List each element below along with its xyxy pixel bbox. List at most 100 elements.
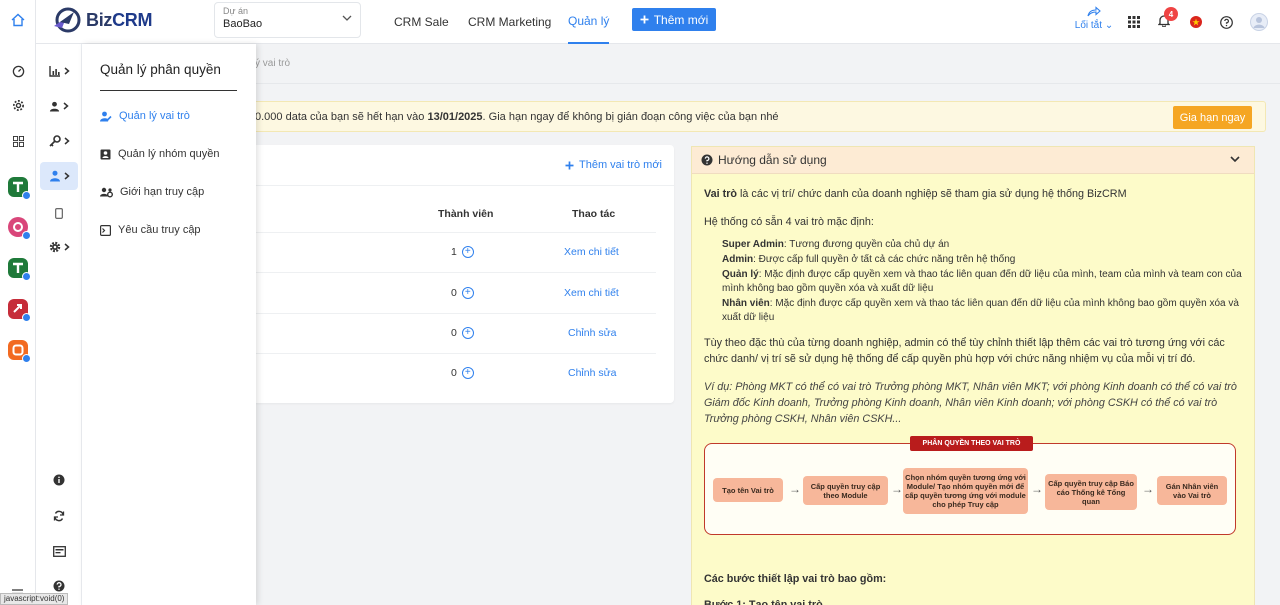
app-orange-icon[interactable] bbox=[0, 338, 36, 363]
key-icon[interactable] bbox=[40, 127, 78, 155]
flow-step-1: Tạo tên Vai trò bbox=[713, 478, 783, 502]
menu-item-access-request[interactable]: Yêu cầu truy cập bbox=[100, 224, 201, 236]
nav-quan-ly[interactable]: Quản lý bbox=[568, 0, 610, 44]
shortcut-menu[interactable]: Lối tắt ⌄ bbox=[1074, 6, 1114, 31]
logo-mark-icon bbox=[54, 7, 81, 33]
guide-intro: Vai trò là các vị trí/ chức danh của doa… bbox=[704, 188, 1127, 200]
settings-gear-icon[interactable] bbox=[40, 233, 78, 261]
user-edit-icon bbox=[100, 111, 112, 121]
column-header-actions: Thao tác bbox=[572, 208, 616, 220]
breadcrumb-bar: ý vai trò bbox=[82, 44, 1280, 84]
avatar[interactable] bbox=[1250, 0, 1268, 44]
menu-item-permission-groups[interactable]: Quản lý nhóm quyền bbox=[100, 148, 220, 160]
menu-item-role-management[interactable]: Quản lý vai trò bbox=[100, 110, 190, 122]
table-row-members: 0 + bbox=[451, 367, 474, 379]
notification-badge: 4 bbox=[1164, 7, 1178, 21]
add-new-label: Thêm mới bbox=[653, 12, 709, 27]
menu-item-access-limit[interactable]: Giới hạn truy cập bbox=[100, 186, 204, 198]
step-1: Bước 1: Tạo tên vai trò bbox=[704, 599, 823, 605]
terminal-icon bbox=[100, 224, 111, 236]
row-action-link[interactable]: Chỉnh sửa bbox=[568, 367, 616, 379]
notice-text: 0.000 data của bạn sẽ hết hạn vào 13/01/… bbox=[255, 111, 779, 123]
table-row-members: 0 + bbox=[451, 327, 474, 339]
notification-bell[interactable]: 4 bbox=[1157, 0, 1178, 44]
app-pink-icon[interactable] bbox=[0, 215, 36, 240]
column-header-members: Thành viên bbox=[438, 208, 494, 220]
roles-card: Thêm vai trò mới Thành viên Thao tác 1 + … bbox=[255, 145, 674, 403]
billing-card-icon[interactable] bbox=[40, 537, 78, 565]
flow-title: PHÂN QUYỀN THEO VAI TRÒ bbox=[910, 436, 1033, 451]
row-action-link[interactable]: Chỉnh sửa bbox=[568, 327, 616, 339]
breadcrumb: ý vai trò bbox=[255, 58, 291, 69]
guide-title: Hướng dẫn sử dụng bbox=[718, 153, 827, 167]
chevron-down-icon bbox=[342, 15, 352, 21]
add-member-icon[interactable]: + bbox=[461, 367, 474, 379]
add-role-button[interactable]: Thêm vai trò mới bbox=[565, 159, 662, 171]
gear-icon[interactable] bbox=[0, 93, 36, 117]
steps-heading: Các bước thiết lập vai trò bao gồm: bbox=[704, 573, 887, 585]
guide-default-roles: Hệ thống có sẵn 4 vai trò mặc định: bbox=[704, 216, 874, 228]
flow-step-2: Cấp quyền truy cập theo Module bbox=[803, 476, 888, 505]
home-icon[interactable] bbox=[0, 8, 36, 32]
top-header: BizCRM Dự án BaoBao CRM Sale CRM Marketi… bbox=[36, 0, 1280, 44]
row-action-link[interactable]: Xem chi tiết bbox=[564, 287, 619, 299]
question-circle-icon bbox=[701, 154, 713, 166]
app-green-icon[interactable] bbox=[0, 175, 36, 200]
bizcrm-logo[interactable]: BizCRM bbox=[52, 6, 153, 34]
plus-icon bbox=[640, 15, 649, 24]
arrow-right-icon: → bbox=[1031, 482, 1043, 496]
permissions-icon[interactable] bbox=[40, 162, 78, 190]
add-member-icon[interactable]: + bbox=[461, 246, 474, 258]
apps-grid-icon[interactable] bbox=[1128, 0, 1140, 44]
module-sidebar bbox=[36, 44, 82, 605]
list-item: Quản lý: Mặc định được cấp quyền xem và … bbox=[722, 269, 1242, 294]
list-item: Super Admin: Tương đương quyền của chủ d… bbox=[722, 239, 950, 250]
shortcut-label: Lối tắt bbox=[1074, 20, 1103, 31]
grid-icon[interactable] bbox=[0, 129, 36, 153]
expiry-notice: 0.000 data của bạn sẽ hết hạn vào 13/01/… bbox=[255, 101, 1266, 132]
arrow-right-icon: → bbox=[1142, 482, 1154, 496]
renew-button[interactable]: Gia hạn ngay bbox=[1173, 106, 1252, 129]
id-card-icon bbox=[100, 149, 111, 159]
guide-header[interactable]: Hướng dẫn sử dụng bbox=[692, 147, 1254, 174]
add-member-icon[interactable]: + bbox=[461, 287, 474, 299]
arrow-right-icon: → bbox=[789, 482, 801, 496]
user-icon[interactable] bbox=[40, 92, 78, 120]
users-cog-icon bbox=[100, 187, 113, 197]
dashboard-gauge-icon[interactable] bbox=[0, 59, 36, 83]
mobile-icon[interactable] bbox=[40, 199, 78, 227]
project-value: BaoBao bbox=[223, 18, 263, 30]
usage-guide-panel: Hướng dẫn sử dụng Vai trò là các vị trí/… bbox=[691, 146, 1255, 605]
guide-custom-note: Tùy theo đặc thù của từng doanh nghiệp, … bbox=[704, 337, 1225, 365]
app-red-icon[interactable] bbox=[0, 297, 36, 322]
project-selector[interactable]: Dự án BaoBao bbox=[214, 2, 361, 38]
chevron-down-small-icon: ⌄ bbox=[1104, 20, 1114, 31]
add-role-label: Thêm vai trò mới bbox=[578, 159, 662, 171]
nav-crm-sale[interactable]: CRM Sale bbox=[394, 0, 449, 44]
permission-management-menu: Quản lý phân quyền Quản lý vai trò Quản … bbox=[82, 44, 256, 605]
add-new-button[interactable]: Thêm mới bbox=[632, 8, 716, 31]
sync-icon[interactable] bbox=[40, 502, 78, 530]
share-arrow-icon bbox=[1087, 6, 1101, 17]
app-green2-icon[interactable] bbox=[0, 256, 36, 281]
app-rail bbox=[0, 0, 36, 605]
row-action-link[interactable]: Xem chi tiết bbox=[564, 246, 619, 258]
language-flag-icon[interactable] bbox=[1190, 0, 1202, 44]
nav-crm-marketing[interactable]: CRM Marketing bbox=[468, 0, 551, 44]
plus-icon bbox=[565, 161, 574, 169]
list-item: Admin: Được cấp full quyền ở tất cả các … bbox=[722, 254, 1016, 265]
help-circle-icon[interactable] bbox=[1220, 0, 1233, 44]
flow-step-4: Cấp quyền truy cập Báo cáo Thống kê Tổng… bbox=[1045, 474, 1137, 510]
arrow-right-icon: → bbox=[891, 482, 903, 496]
add-member-icon[interactable]: + bbox=[461, 327, 474, 339]
list-item: Nhân viên: Mặc định được cấp quyền xem v… bbox=[722, 298, 1239, 323]
table-row-members: 0 + bbox=[451, 287, 474, 299]
flow-step-3: Chọn nhóm quyền tương ứng với Module/ Tạ… bbox=[903, 468, 1028, 514]
info-icon[interactable] bbox=[40, 466, 78, 494]
default-roles-list: Super Admin: Tương đương quyền của chủ d… bbox=[704, 238, 1242, 325]
table-row-members: 1 + bbox=[451, 246, 474, 258]
reports-chart-icon[interactable] bbox=[40, 57, 78, 85]
chevron-down-icon[interactable] bbox=[1230, 156, 1240, 162]
project-label: Dự án bbox=[223, 6, 249, 16]
status-bar: javascript:void(0) bbox=[0, 593, 69, 605]
